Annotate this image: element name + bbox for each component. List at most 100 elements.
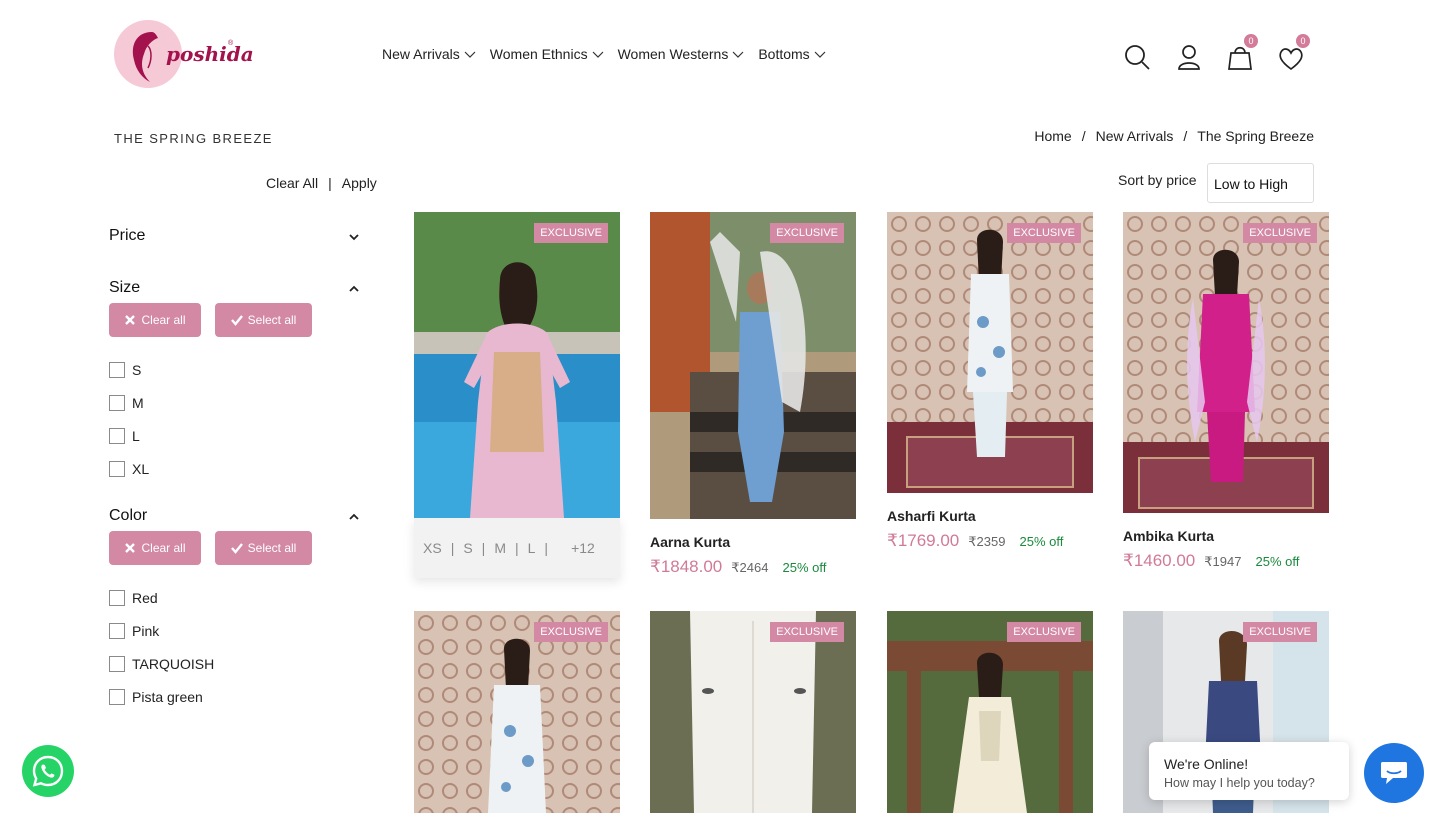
checkbox[interactable]	[109, 461, 125, 477]
product-card[interactable]: EXCLUSIVE	[650, 611, 856, 813]
more-sizes-count[interactable]: +12	[571, 540, 595, 556]
color-option-pink[interactable]: Pink	[109, 623, 159, 639]
product-image[interactable]: EXCLUSIVE	[650, 611, 856, 813]
size-clear-all-button[interactable]: Clear all	[109, 303, 201, 337]
nav-bottoms[interactable]: Bottoms	[758, 46, 826, 62]
color-option-red[interactable]: Red	[109, 590, 158, 606]
product-price-row: ₹1769.00 ₹2359 25% off	[887, 531, 1063, 551]
product-card[interactable]: EXCLUSIVE	[414, 611, 620, 813]
checkbox[interactable]	[109, 656, 125, 672]
product-card[interactable]: EXCLUSIVE	[887, 611, 1093, 813]
product-photo	[414, 212, 620, 518]
nav-women-westerns[interactable]: Women Westerns	[618, 46, 745, 62]
brand-logo[interactable]: poshida ®	[112, 18, 254, 92]
product-card[interactable]: EXCLUSIVE Asharfi Kurta ₹1769.00 ₹2359 2…	[887, 212, 1093, 578]
size-option[interactable]: XS	[423, 540, 442, 556]
breadcrumb-separator: /	[1081, 128, 1086, 144]
exclusive-badge: EXCLUSIVE	[1243, 223, 1317, 243]
product-image[interactable]: EXCLUSIVE	[414, 212, 620, 518]
nav-women-ethnics[interactable]: Women Ethnics	[490, 46, 604, 62]
nav-label: Women Ethnics	[489, 46, 588, 62]
chevron-down-icon	[814, 51, 826, 58]
size-option-l[interactable]: L	[109, 428, 140, 444]
main-nav: New Arrivals Women Ethnics Women Western…	[382, 46, 826, 62]
color-option-tarquoish[interactable]: TARQUOISH	[109, 656, 214, 672]
product-card[interactable]: XS | S | M | L | +12 EXCLUSIVE	[414, 212, 620, 578]
product-discount: 25% off	[1255, 554, 1300, 569]
nav-label: Women Westerns	[617, 46, 729, 62]
chat-greeting-bubble[interactable]: We're Online! How may I help you today?	[1149, 742, 1349, 800]
checkmark-icon	[230, 315, 243, 326]
user-account-icon[interactable]	[1174, 42, 1204, 72]
sort-by-price-select[interactable]: Low to High	[1207, 163, 1314, 203]
product-image[interactable]: EXCLUSIVE	[1123, 212, 1329, 513]
breadcrumb: Home / New Arrivals / The Spring Breeze	[1034, 128, 1314, 144]
product-photo	[887, 212, 1093, 493]
checkbox[interactable]	[109, 428, 125, 444]
sort-label: Sort by price	[1118, 172, 1197, 188]
size-option[interactable]: M	[494, 540, 506, 556]
nav-label: New Arrivals	[382, 46, 460, 62]
option-label: S	[132, 362, 142, 378]
breadcrumb-new-arrivals[interactable]: New Arrivals	[1096, 128, 1174, 144]
button-label: Select all	[247, 541, 297, 555]
product-name[interactable]: Asharfi Kurta	[887, 508, 976, 524]
chat-launcher-button[interactable]	[1364, 743, 1424, 803]
search-icon[interactable]	[1122, 42, 1152, 72]
color-clear-all-button[interactable]: Clear all	[109, 531, 201, 565]
exclusive-badge: EXCLUSIVE	[1007, 223, 1081, 243]
whatsapp-button[interactable]	[22, 745, 74, 797]
product-card[interactable]: EXCLUSIVE Aarna Kurta ₹1848.00 ₹2464 25%…	[650, 212, 856, 578]
checkbox[interactable]	[109, 395, 125, 411]
logo-text: poshida	[166, 42, 254, 66]
option-label: M	[132, 395, 144, 411]
breadcrumb-home[interactable]: Home	[1034, 128, 1071, 144]
product-card[interactable]: EXCLUSIVE Ambika Kurta ₹1460.00 ₹1947 25…	[1123, 212, 1329, 578]
checkmark-icon	[230, 543, 243, 554]
chevron-up-icon[interactable]	[348, 283, 360, 295]
size-option[interactable]: L	[528, 540, 536, 556]
chat-title: We're Online!	[1164, 756, 1249, 772]
size-filter-heading[interactable]: Size	[109, 279, 140, 297]
product-image[interactable]: EXCLUSIVE	[887, 212, 1093, 493]
product-image[interactable]: EXCLUSIVE	[414, 611, 620, 813]
checkbox[interactable]	[109, 362, 125, 378]
size-option-s[interactable]: S	[109, 362, 141, 378]
product-image[interactable]: EXCLUSIVE	[887, 611, 1093, 813]
exclusive-badge: EXCLUSIVE	[534, 223, 608, 243]
header-icons: 0 0	[1122, 34, 1322, 78]
filter-actions-separator: |	[328, 175, 332, 191]
chat-subtitle: How may I help you today?	[1164, 776, 1315, 790]
product-name[interactable]: Ambika Kurta	[1123, 528, 1214, 544]
cart-button[interactable]: 0	[1225, 34, 1258, 76]
price-filter-heading[interactable]: Price	[109, 227, 145, 245]
chevron-up-icon[interactable]	[348, 511, 360, 523]
logo-face-icon	[132, 32, 158, 82]
chevron-down-icon	[592, 51, 604, 58]
page-title: THE SPRING BREEZE	[114, 131, 273, 146]
color-filter-heading[interactable]: Color	[109, 507, 147, 525]
size-select-all-button[interactable]: Select all	[215, 303, 312, 337]
checkbox[interactable]	[109, 689, 125, 705]
size-option-m[interactable]: M	[109, 395, 144, 411]
clear-all-filters-link[interactable]: Clear All	[266, 175, 318, 191]
product-name[interactable]: Aarna Kurta	[650, 534, 730, 550]
wishlist-button[interactable]: 0	[1276, 34, 1310, 76]
nav-new-arrivals[interactable]: New Arrivals	[382, 46, 476, 62]
product-mrp: ₹2464	[731, 560, 769, 575]
color-option-pista-green[interactable]: Pista green	[109, 689, 203, 705]
product-discount: 25% off	[782, 560, 827, 575]
size-option-xl[interactable]: XL	[109, 461, 149, 477]
product-image[interactable]: EXCLUSIVE	[650, 212, 856, 519]
option-label: Pista green	[132, 689, 203, 705]
product-price: ₹1460.00	[1123, 551, 1196, 570]
checkbox[interactable]	[109, 623, 125, 639]
color-select-all-button[interactable]: Select all	[215, 531, 312, 565]
chevron-down-icon[interactable]	[348, 231, 360, 243]
product-price: ₹1769.00	[887, 531, 960, 550]
breadcrumb-current: The Spring Breeze	[1197, 128, 1314, 144]
apply-filters-link[interactable]: Apply	[342, 175, 377, 191]
checkbox[interactable]	[109, 590, 125, 606]
size-option[interactable]: S	[463, 540, 472, 556]
close-icon	[125, 543, 136, 553]
